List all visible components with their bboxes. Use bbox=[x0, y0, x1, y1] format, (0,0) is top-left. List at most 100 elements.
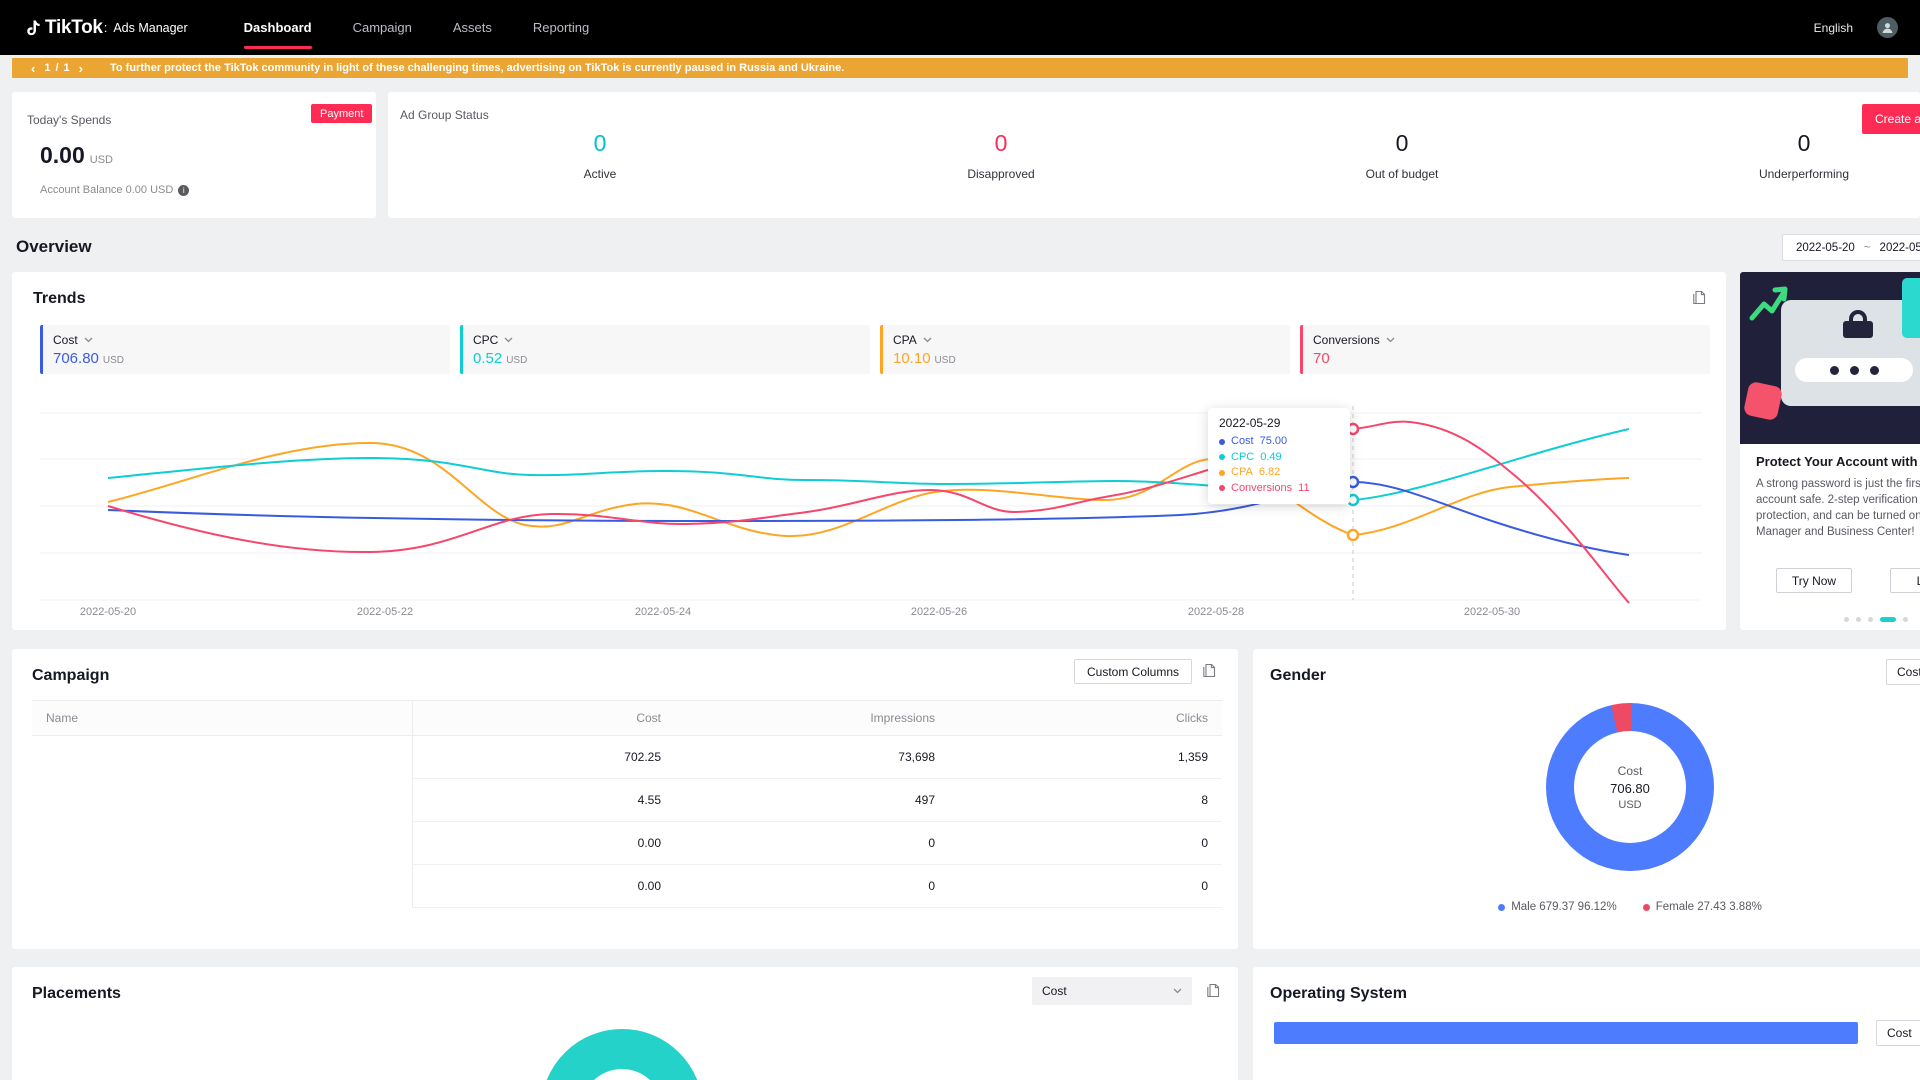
series-dot bbox=[1219, 438, 1225, 445]
placements-donut-chart[interactable] bbox=[541, 1029, 703, 1080]
payment-button[interactable]: Payment bbox=[311, 104, 373, 123]
nav-item-assets[interactable]: Assets bbox=[453, 0, 492, 55]
gender-card: Gender Cost Cost 706.80 USD Male 679.37 … bbox=[1253, 649, 1920, 949]
coral-square-decor bbox=[1742, 380, 1784, 422]
stat-disapproved-label: Disapproved bbox=[967, 167, 1035, 181]
table-row[interactable]: 0.00 0 0 bbox=[32, 822, 1222, 865]
table-row[interactable]: 0.00 0 0 bbox=[32, 865, 1222, 908]
placements-metric-dropdown[interactable]: Cost bbox=[1032, 977, 1192, 1005]
column-header-impressions[interactable]: Impressions bbox=[675, 701, 949, 735]
carousel-dot-active[interactable] bbox=[1880, 617, 1896, 622]
create-ad-button[interactable]: Create an bbox=[1862, 104, 1920, 134]
date-range-picker[interactable]: 2022-05-20 ~ 2022-05-31 bbox=[1782, 234, 1920, 261]
metric-cost[interactable]: Cost 706.80 USD bbox=[40, 325, 450, 374]
nav-item-campaign[interactable]: Campaign bbox=[353, 0, 412, 55]
cell-cost: 4.55 bbox=[413, 779, 675, 822]
metric-cpc-label: CPC bbox=[473, 333, 499, 347]
trends-line-chart[interactable] bbox=[40, 392, 1702, 617]
promo-card: Protect Your Account with 2-step V A str… bbox=[1740, 272, 1920, 630]
carousel-dot[interactable] bbox=[1903, 617, 1908, 622]
series-dot bbox=[1219, 469, 1225, 476]
chevron-down-icon bbox=[504, 337, 513, 343]
nav-item-label: Assets bbox=[452, 20, 492, 35]
later-button[interactable]: L bbox=[1890, 568, 1920, 593]
table-row[interactable]: 4.55 497 8 bbox=[32, 779, 1222, 822]
campaign-table-header: Name Cost Impressions Clicks bbox=[32, 700, 1222, 736]
trends-title: Trends bbox=[33, 290, 86, 307]
tooltip-label: Cost bbox=[1231, 435, 1254, 447]
spends-title: Today's Spends bbox=[27, 113, 112, 127]
person-icon bbox=[1882, 23, 1893, 33]
spends-amount: 0.00 USD bbox=[40, 142, 113, 169]
carousel-dot[interactable] bbox=[1844, 617, 1849, 622]
os-bar-chart[interactable] bbox=[1274, 1022, 1858, 1044]
series-dot bbox=[1219, 485, 1225, 492]
ad-group-status-card: Ad Group Status 0 Active 0 Disapproved 0… bbox=[388, 92, 1920, 218]
nav-item-label: Reporting bbox=[532, 20, 590, 35]
cell-clicks: 8 bbox=[949, 779, 1222, 822]
table-row[interactable]: 702.25 73,698 1,359 bbox=[32, 736, 1222, 779]
legend-dot bbox=[1498, 903, 1506, 911]
legend-label: Male 679.37 96.12% bbox=[1511, 901, 1617, 913]
banner-next-icon[interactable]: › bbox=[75, 62, 87, 75]
cell-impressions: 0 bbox=[675, 822, 949, 865]
language-selector[interactable]: English bbox=[1814, 21, 1853, 35]
metric-conversions-label: Conversions bbox=[1313, 333, 1380, 347]
gender-donut-chart[interactable]: Cost 706.80 USD bbox=[1546, 703, 1714, 871]
tiktok-ads-manager-dashboard: TikTok : Ads Manager Dashboard Campaign … bbox=[0, 0, 1920, 1080]
gender-legend: Male 679.37 96.12% Female 27.43 3.88% bbox=[1310, 901, 1920, 913]
info-icon[interactable]: i bbox=[178, 184, 190, 196]
export-icon[interactable] bbox=[1202, 663, 1216, 678]
cell-impressions: 0 bbox=[675, 865, 949, 908]
metric-cpc[interactable]: CPC 0.52 USD bbox=[460, 325, 870, 374]
stat-underperforming-value: 0 bbox=[1797, 130, 1811, 156]
nav-item-reporting[interactable]: Reporting bbox=[533, 0, 589, 55]
try-now-button[interactable]: Try Now bbox=[1776, 568, 1852, 593]
campaign-card: Campaign Custom Columns Name Cost Impres… bbox=[12, 649, 1238, 949]
promo-illustration bbox=[1740, 272, 1920, 444]
password-dots bbox=[1795, 358, 1913, 382]
nav-item-dashboard[interactable]: Dashboard bbox=[243, 0, 312, 55]
tiktok-logo[interactable]: TikTok : Ads Manager bbox=[26, 17, 188, 39]
export-icon[interactable] bbox=[1692, 290, 1706, 305]
todays-spends-card: Today's Spends Payment 0.00 USD Account … bbox=[12, 92, 376, 218]
spends-amount-value: 0.00 bbox=[40, 142, 85, 168]
stat-out-of-budget: 0 Out of budget bbox=[1292, 130, 1512, 181]
column-header-clicks[interactable]: Clicks bbox=[949, 701, 1222, 735]
stat-underperforming-label: Underperforming bbox=[1758, 167, 1850, 181]
gender-metric-dropdown[interactable]: Cost bbox=[1886, 659, 1920, 685]
x-axis-label: 2022-05-22 bbox=[356, 606, 414, 618]
promo-title: Protect Your Account with 2-step V bbox=[1756, 454, 1920, 469]
tiktok-note-icon bbox=[27, 20, 40, 35]
stat-disapproved-value: 0 bbox=[994, 130, 1008, 156]
announcement-banner: ‹ 1 / 1 › To further protect the TikTok … bbox=[12, 58, 1908, 78]
trends-card: Trends Cost 706.80 USD CPC 0.52 USD CPA 10… bbox=[12, 272, 1726, 630]
metric-conversions[interactable]: Conversions 70 bbox=[1300, 325, 1710, 374]
banner-page-sep: / bbox=[55, 62, 59, 74]
tooltip-label: Conversions bbox=[1231, 481, 1293, 494]
spends-currency: USD bbox=[89, 154, 113, 166]
column-header-cost[interactable]: Cost bbox=[413, 701, 675, 735]
custom-columns-button[interactable]: Custom Columns bbox=[1074, 659, 1193, 684]
date-start: 2022-05-20 bbox=[1796, 241, 1855, 254]
banner-prev-icon[interactable]: ‹ bbox=[27, 62, 39, 75]
stat-active: 0 Active bbox=[490, 130, 710, 181]
legend-item-female[interactable]: Female 27.43 3.88% bbox=[1642, 901, 1762, 913]
promo-body-line: A strong password is just the first step… bbox=[1756, 478, 1920, 490]
carousel-dot[interactable] bbox=[1868, 617, 1873, 622]
tooltip-label: CPA bbox=[1231, 466, 1253, 478]
export-icon[interactable] bbox=[1206, 983, 1220, 998]
column-header-name[interactable]: Name bbox=[32, 701, 413, 735]
logo-separator: : bbox=[103, 20, 108, 35]
stat-underperforming: 0 Underperforming bbox=[1694, 130, 1914, 181]
user-avatar[interactable] bbox=[1877, 17, 1898, 38]
donut-center-value: 706.80 bbox=[1610, 780, 1650, 796]
stat-out-of-budget-value: 0 bbox=[1395, 130, 1409, 156]
metric-cpa-label: CPA bbox=[893, 333, 917, 347]
stat-active-value: 0 bbox=[593, 130, 607, 156]
os-metric-dropdown[interactable]: Cost bbox=[1876, 1020, 1920, 1046]
metric-cpa[interactable]: CPA 10.10 USD bbox=[880, 325, 1290, 374]
carousel-dot[interactable] bbox=[1856, 617, 1861, 622]
legend-item-male[interactable]: Male 679.37 96.12% bbox=[1498, 901, 1617, 913]
cell-cost: 0.00 bbox=[413, 865, 675, 908]
